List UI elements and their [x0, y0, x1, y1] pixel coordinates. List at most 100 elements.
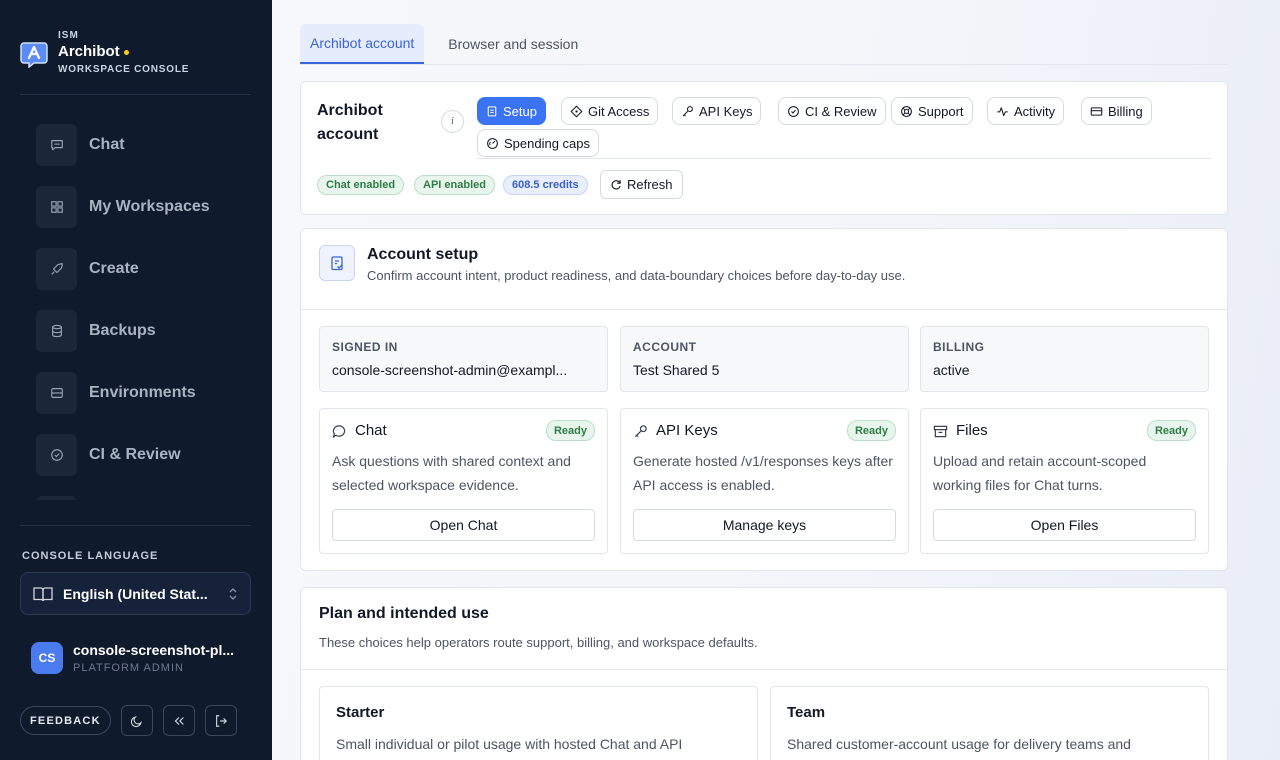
refresh-button[interactable]: Refresh — [600, 170, 683, 199]
sidebar-item-label: Environments — [89, 384, 196, 401]
chat-bubble-icon — [332, 424, 346, 438]
subtab-label: CI & Review — [805, 103, 877, 119]
language-section-title: CONSOLE LANGUAGE — [22, 550, 159, 562]
clipboard-icon — [487, 106, 497, 117]
subtab-ci-review[interactable]: CI & Review — [778, 97, 886, 125]
divider — [301, 669, 1227, 670]
collapse-sidebar-button[interactable] — [162, 705, 195, 736]
brand[interactable]: ISM Archibot WORKSPACE CONSOLE — [20, 30, 189, 76]
check-circle-icon — [36, 434, 77, 476]
chevrons-left-icon — [174, 716, 184, 725]
plan-option-description: Shared customer-account usage for delive… — [787, 736, 1131, 752]
subtab-support[interactable]: Support — [891, 97, 973, 125]
status-badge: Ready — [545, 420, 595, 441]
server-icon — [36, 372, 77, 414]
billing-box: BILLING active — [920, 326, 1209, 392]
brand-name: Archibot — [58, 42, 189, 62]
plan-card: Plan and intended use These choices help… — [300, 587, 1228, 760]
plan-option-title: Team — [787, 704, 826, 721]
subtab-setup[interactable]: Setup — [477, 97, 546, 125]
status-dot — [123, 49, 129, 55]
sidebar-item-label: Create — [89, 260, 139, 277]
gauge-icon — [487, 137, 498, 149]
sidebar-item-label: CI & Review — [89, 446, 181, 463]
message-square-icon — [36, 124, 77, 166]
logout-button[interactable] — [204, 705, 237, 736]
subtab-label: Spending caps — [504, 135, 591, 151]
info-value: console-screenshot-admin@exampl... — [332, 362, 568, 378]
feature-title: Chat — [355, 422, 387, 439]
info-button[interactable]: i — [441, 110, 464, 133]
page-title: Archibot account — [317, 102, 383, 143]
info-label: SIGNED IN — [332, 340, 398, 354]
section-title: Account setup — [367, 246, 479, 263]
feature-card-api-keys: API Keys Ready Generate hosted /v1/respo… — [620, 408, 909, 554]
git-icon — [570, 104, 583, 118]
sidebar: ISM Archibot WORKSPACE CONSOLE Chat My W… — [0, 0, 272, 760]
check-circle-icon — [788, 105, 799, 117]
feature-description: Ask questions with shared context and se… — [332, 453, 571, 493]
sidebar-item-chat[interactable]: Chat — [36, 124, 252, 166]
open-chat-button[interactable]: Open Chat — [332, 509, 595, 541]
moon-icon — [130, 715, 142, 727]
plan-option-starter[interactable]: Starter Small individual or pilot usage … — [319, 686, 758, 760]
refresh-label: Refresh — [627, 177, 673, 192]
tab-archibot-account[interactable]: Archibot account — [300, 24, 425, 64]
logout-icon — [215, 714, 227, 727]
feedback-button[interactable]: FEEDBACK — [20, 706, 111, 735]
activity-icon — [997, 106, 1008, 116]
plan-option-team[interactable]: Team Shared customer-account usage for d… — [770, 686, 1209, 760]
language-select[interactable]: English (United Stat... — [20, 572, 251, 615]
sidebar-item-create[interactable]: Create — [36, 248, 252, 290]
chevron-updown-icon — [229, 587, 237, 600]
database-icon — [36, 310, 77, 352]
plan-option-title: Starter — [336, 704, 385, 721]
grid-icon — [36, 186, 77, 228]
subtab-billing[interactable]: Billing — [1081, 97, 1152, 125]
divider — [301, 309, 1227, 310]
plan-option-description: Small individual or pilot usage with hos… — [336, 736, 683, 752]
open-files-button[interactable]: Open Files — [933, 509, 1196, 541]
account-setup-card: Account setup Confirm account intent, pr… — [300, 228, 1228, 571]
sidebar-item-backups[interactable]: Backups — [36, 310, 252, 352]
subtab-git-access[interactable]: Git Access — [561, 97, 659, 125]
dark-mode-button[interactable] — [120, 705, 153, 736]
refresh-icon — [611, 179, 621, 190]
subtab-label: Support — [918, 103, 964, 119]
sidebar-item-ci-review[interactable]: CI & Review — [36, 434, 252, 476]
section-description: Confirm account intent, product readines… — [367, 268, 906, 283]
credits-badge: 608.5 credits — [503, 175, 588, 195]
subtab-spending-caps[interactable]: Spending caps — [477, 129, 600, 157]
subtab-label: Billing — [1108, 103, 1143, 119]
tab-browser-session[interactable]: Browser and session — [438, 24, 588, 64]
sidebar-item-label: My Workspaces — [89, 198, 210, 215]
sidebar-item-my-workspaces[interactable]: My Workspaces — [36, 186, 252, 228]
sidebar-divider — [20, 525, 251, 526]
sidebar-item-more[interactable] — [36, 496, 252, 500]
api-enabled-badge: API enabled — [414, 175, 495, 195]
subtab-api-keys[interactable]: API Keys — [672, 97, 762, 125]
subtab-activity[interactable]: Activity — [987, 97, 1065, 125]
account-subtabs: Setup Git Access API Keys CI & Review Su… — [477, 97, 1211, 159]
feature-card-files: Files Ready Upload and retain account-sc… — [920, 408, 1209, 554]
brand-subtitle: WORKSPACE CONSOLE — [58, 64, 190, 75]
feature-title: Files — [956, 422, 988, 439]
feature-card-chat: Chat Ready Ask questions with shared con… — [319, 408, 608, 554]
signed-in-box: SIGNED IN console-screenshot-admin@examp… — [319, 326, 608, 392]
sidebar-item-environments[interactable]: Environments — [36, 372, 252, 414]
status-badge: Ready — [1146, 420, 1196, 441]
sidebar-divider — [20, 94, 251, 95]
manage-keys-button[interactable]: Manage keys — [633, 509, 896, 541]
sidebar-nav: Chat My Workspaces Create Backups Enviro… — [36, 124, 252, 500]
user-role: PLATFORM ADMIN — [73, 662, 184, 674]
user-name: console-screenshot-pl... — [73, 642, 235, 658]
subtab-label: Setup — [503, 103, 537, 119]
brand-org: ISM — [58, 30, 79, 41]
subtab-label: Activity — [1014, 103, 1056, 119]
user-profile[interactable]: CS console-screenshot-pl... PLATFORM ADM… — [31, 641, 234, 675]
info-value: Test Shared 5 — [633, 362, 720, 378]
page-tabs: Archibot account Browser and session — [300, 24, 1227, 65]
subtab-label: Git Access — [588, 103, 650, 119]
feature-description: Generate hosted /v1/responses keys after… — [633, 453, 893, 493]
brand-name-text: Archibot — [58, 43, 120, 60]
